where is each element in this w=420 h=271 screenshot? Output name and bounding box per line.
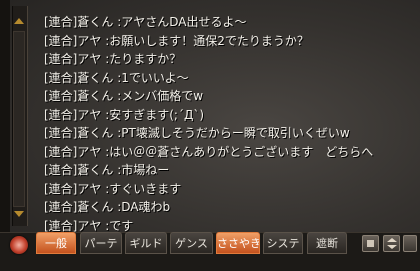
chat-speaker[interactable]: 蒼くん	[77, 89, 113, 103]
chat-text: アヤさんDA出せるよ～	[121, 15, 247, 29]
chat-line: [連合]蒼くん :DA魂わb	[44, 198, 412, 217]
chat-channel: [連合]	[44, 218, 78, 233]
chat-line: [連合]蒼くん :1でいいよ～	[44, 69, 412, 88]
chat-line: [連合]アヤ :はい＠＠蒼さんありがとうございます どちらへ	[44, 143, 412, 162]
scrollbar-thumb[interactable]	[13, 31, 25, 207]
chat-speaker[interactable]: 蒼くん	[77, 163, 113, 177]
chat-channel: [連合]	[44, 181, 78, 196]
chat-text: たりますか？	[109, 52, 182, 66]
chat-message-list: [連合]蒼くん :アヤさんDA出せるよ～ [連合]アヤ :お願いします！通保2で…	[44, 13, 412, 235]
tab-general[interactable]: 一般	[36, 232, 76, 254]
chat-text: PT壊滅しそうだからー瞬で取引いくぜいw	[121, 126, 350, 140]
chat-line: [連合]アヤ :お願いします！通保2でたりまうか？	[44, 32, 412, 51]
window-edge-button[interactable]	[403, 235, 417, 252]
chat-line: [連合]アヤ :すぐいきます	[44, 180, 412, 199]
scroll-down-arrow-icon[interactable]	[14, 211, 24, 217]
chat-speaker[interactable]: 蒼くん	[77, 15, 113, 29]
tab-gens[interactable]: ゲンス	[170, 232, 213, 254]
chat-text: はい＠＠蒼さんありがとうございます どちらへ	[109, 144, 374, 159]
tab-whisper[interactable]: ささやき	[216, 232, 260, 254]
chevron-down-icon	[387, 245, 397, 249]
window-frame-left	[0, 0, 10, 232]
chat-speaker[interactable]: アヤ	[77, 52, 101, 66]
chat-line: [連合]蒼くん :市場ねー	[44, 161, 412, 180]
chat-text: DA魂わb	[121, 200, 171, 214]
chat-channel: [連合]	[44, 200, 78, 214]
chat-line: [連合]蒼くん :アヤさんDA出せるよ～	[44, 13, 412, 32]
chat-window: [連合]蒼くん :アヤさんDA出せるよ～ [連合]アヤ :お願いします！通保2で…	[0, 0, 420, 271]
chat-speaker[interactable]: 蒼くん	[77, 126, 113, 140]
chevron-up-icon	[387, 238, 397, 242]
chat-speaker[interactable]: アヤ	[77, 108, 101, 122]
chat-text: です	[109, 218, 134, 233]
chat-text: すぐいきます	[109, 181, 182, 196]
chat-text: メンバ価格でw	[121, 89, 204, 103]
chat-channel: [連合]	[44, 163, 78, 177]
chat-speaker[interactable]: アヤ	[77, 34, 101, 48]
chat-speaker[interactable]: 蒼くん	[77, 71, 113, 85]
chat-channel: [連合]	[44, 89, 78, 103]
chat-text: 市場ねー	[121, 163, 170, 177]
tab-system[interactable]: システ	[263, 232, 303, 254]
chat-channel: [連合]	[44, 107, 78, 122]
chat-line: [連合]蒼くん :メンバ価格でw	[44, 87, 412, 106]
scroll-up-arrow-icon[interactable]	[14, 18, 24, 24]
chat-speaker[interactable]: アヤ	[77, 219, 101, 233]
chat-text: 1でいいよ～	[121, 70, 189, 85]
chat-line: [連合]蒼くん :PT壊滅しそうだからー瞬で取引いくぜいw	[44, 124, 412, 143]
chat-channel: [連合]	[44, 144, 78, 159]
chat-channel: [連合]	[44, 33, 78, 48]
chat-speaker[interactable]: アヤ	[77, 182, 101, 196]
gear-icon[interactable]	[10, 236, 28, 254]
chat-speaker[interactable]: 蒼くん	[77, 200, 113, 214]
chat-line: [連合]アヤ :たりますか？	[44, 50, 412, 69]
chat-speaker[interactable]: アヤ	[77, 145, 101, 159]
chat-line: [連合]アヤ :安すぎます(;´Д`)	[44, 106, 412, 125]
chat-text: お願いします！通保2でたりまうか？	[109, 33, 309, 48]
chat-channel: [連合]	[44, 15, 78, 29]
square-icon[interactable]	[362, 235, 379, 252]
chat-channel: [連合]	[44, 70, 78, 85]
square-icon-inner	[367, 240, 374, 247]
up-down-arrows-icon[interactable]	[383, 235, 400, 252]
chat-text: 安すぎます(;´Д`)	[109, 107, 205, 122]
chat-channel: [連合]	[44, 126, 78, 140]
tab-party[interactable]: パーテ	[80, 232, 122, 254]
tab-guild[interactable]: ギルド	[125, 232, 167, 254]
chat-channel: [連合]	[44, 52, 78, 66]
tab-block[interactable]: 遮断	[307, 232, 347, 254]
